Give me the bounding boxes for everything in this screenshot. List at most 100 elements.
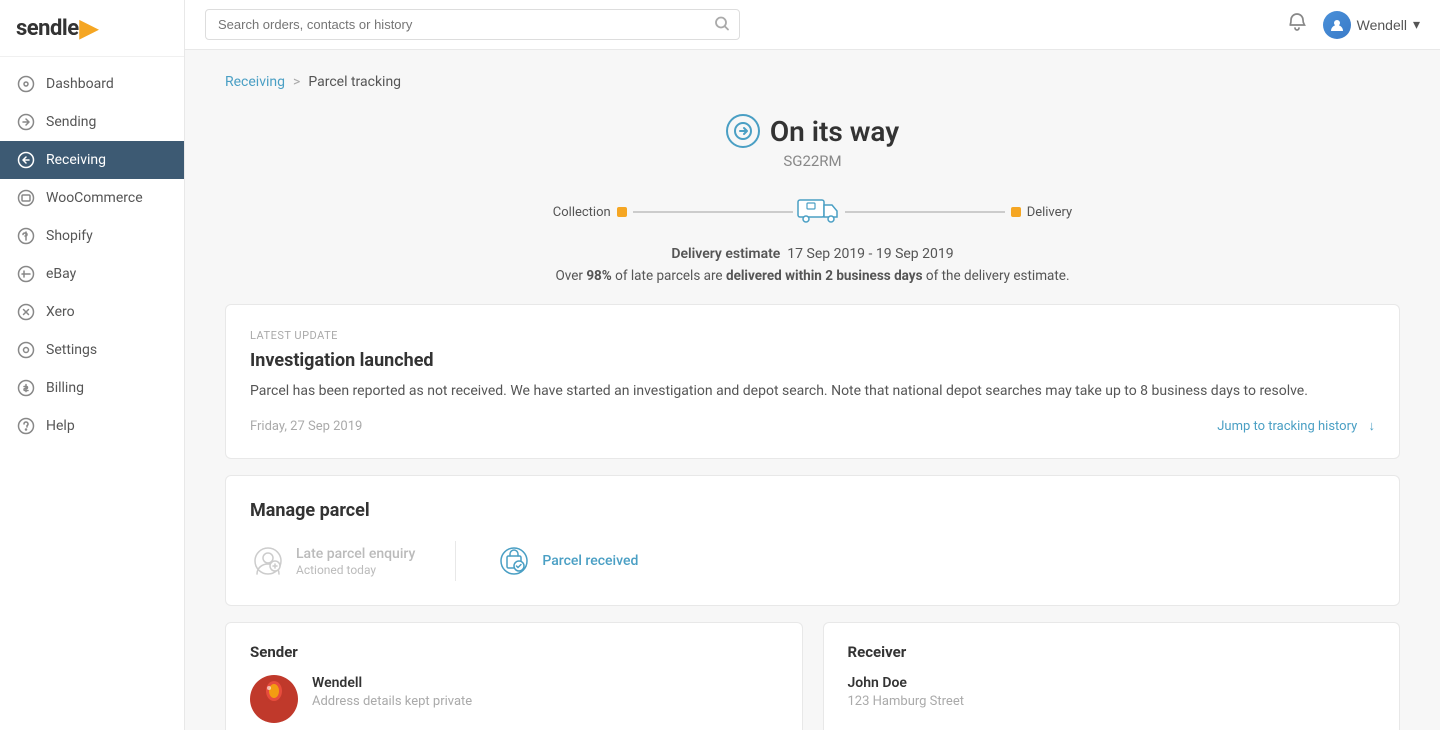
- sidebar-label-receiving: Receiving: [46, 152, 106, 168]
- help-icon: [16, 416, 36, 436]
- sidebar-label-billing: Billing: [46, 380, 84, 396]
- breadcrumb-current: Parcel tracking: [308, 74, 401, 90]
- sidebar-item-woocommerce[interactable]: WooCommerce: [0, 179, 184, 217]
- search-input[interactable]: [205, 9, 740, 40]
- sidebar-label-woocommerce: WooCommerce: [46, 190, 143, 206]
- user-avatar: [1323, 11, 1351, 39]
- sender-title: Sender: [250, 643, 778, 661]
- sidebar-item-dashboard[interactable]: Dashboard: [0, 65, 184, 103]
- tracking-link-text: Jump to tracking history: [1217, 419, 1357, 434]
- parcel-received-icon: [496, 543, 532, 579]
- action-divider: [455, 541, 456, 581]
- receiver-card: Receiver John Doe 123 Hamburg Street: [823, 622, 1401, 730]
- breadcrumb-parent[interactable]: Receiving: [225, 74, 285, 90]
- ebay-icon: [16, 264, 36, 284]
- delivery-estimate: Delivery estimate 17 Sep 2019 - 19 Sep 2…: [225, 246, 1400, 262]
- update-body: Parcel has been reported as not received…: [250, 381, 1375, 402]
- sidebar-item-billing[interactable]: Billing: [0, 369, 184, 407]
- sender-name: Wendell: [312, 675, 472, 691]
- status-code: SG22RM: [225, 152, 1400, 170]
- action-received-text: Parcel received: [542, 553, 638, 569]
- nav-list: Dashboard Sending Receiving WooCommerce: [0, 57, 184, 730]
- sidebar-label-sending: Sending: [46, 114, 96, 130]
- sidebar-item-settings[interactable]: Settings: [0, 331, 184, 369]
- sidebar-item-receiving[interactable]: Receiving: [0, 141, 184, 179]
- content-area: Receiving > Parcel tracking On its way S…: [185, 50, 1440, 730]
- late-suffix: of the delivery estimate.: [926, 268, 1070, 284]
- sender-card: Sender Wendell Address details kept priv…: [225, 622, 803, 730]
- late-percent: 98%: [586, 268, 611, 284]
- user-name: Wendell: [1357, 17, 1407, 33]
- notifications-button[interactable]: [1287, 12, 1307, 37]
- sidebar-item-help[interactable]: Help: [0, 407, 184, 445]
- sidebar-label-xero: Xero: [46, 304, 75, 320]
- action-late-text: Late parcel enquiry Actioned today: [296, 546, 415, 577]
- tracker-line-left: [633, 211, 793, 213]
- late-bold: delivered within 2 business days: [726, 268, 923, 284]
- breadcrumb: Receiving > Parcel tracking: [225, 74, 1400, 90]
- status-title-row: On its way: [225, 114, 1400, 148]
- tracker-truck-icon: [797, 194, 841, 230]
- woocommerce-icon: [16, 188, 36, 208]
- manage-parcel-card: Manage parcel Late parcel enquiry Action…: [225, 475, 1400, 606]
- logo-text: sendle: [16, 16, 79, 41]
- search-box: [205, 9, 740, 40]
- sender-address: Address details kept private: [312, 694, 472, 709]
- settings-icon: [16, 340, 36, 360]
- dashboard-icon: [16, 74, 36, 94]
- sender-receiver-row: Sender Wendell Address details kept priv…: [225, 622, 1400, 730]
- sidebar: sendle▶ Dashboard Sending Receiving: [0, 0, 185, 730]
- action-late-sub: Actioned today: [296, 563, 415, 577]
- user-menu-button[interactable]: Wendell ▾: [1323, 11, 1420, 39]
- status-text: On its way: [770, 115, 899, 148]
- progress-tracker: Collection Delivery: [225, 194, 1400, 230]
- tracking-arrow: ↓: [1369, 418, 1376, 434]
- xero-icon: [16, 302, 36, 322]
- topbar: Wendell ▾: [185, 0, 1440, 50]
- action-late-name: Late parcel enquiry: [296, 546, 415, 562]
- sidebar-label-dashboard: Dashboard: [46, 76, 114, 92]
- jump-to-tracking-link[interactable]: Jump to tracking history ↓: [1217, 418, 1375, 434]
- status-icon: [726, 114, 760, 148]
- status-header: On its way SG22RM: [225, 114, 1400, 170]
- user-dropdown-icon: ▾: [1413, 16, 1420, 33]
- tracker-line-right: [845, 211, 1005, 213]
- breadcrumb-separator: >: [293, 74, 300, 90]
- latest-update-card: LATEST UPDATE Investigation launched Par…: [225, 304, 1400, 459]
- sidebar-item-sending[interactable]: Sending: [0, 103, 184, 141]
- shopify-icon: [16, 226, 36, 246]
- delivery-estimate-dates: 17 Sep 2019 - 19 Sep 2019: [787, 246, 953, 262]
- manage-parcel-title: Manage parcel: [250, 500, 1375, 521]
- logo-arrow: ▶: [80, 14, 98, 42]
- sidebar-label-help: Help: [46, 418, 75, 434]
- action-late-enquiry[interactable]: Late parcel enquiry Actioned today: [250, 543, 415, 579]
- late-prefix: Over: [555, 268, 582, 284]
- sidebar-item-ebay[interactable]: eBay: [0, 255, 184, 293]
- sender-info: Wendell Address details kept private: [312, 675, 472, 709]
- delivery-label: Delivery: [1027, 205, 1073, 220]
- receiver-address: 123 Hamburg Street: [848, 694, 964, 709]
- sidebar-label-settings: Settings: [46, 342, 97, 358]
- sidebar-item-xero[interactable]: Xero: [0, 293, 184, 331]
- update-title: Investigation launched: [250, 350, 1375, 371]
- update-footer: Friday, 27 Sep 2019 Jump to tracking his…: [250, 418, 1375, 434]
- main-area: Wendell ▾ Receiving > Parcel tracking On…: [185, 0, 1440, 730]
- delivery-dot: [1011, 207, 1021, 217]
- sender-avatar: [250, 675, 298, 723]
- search-button[interactable]: [714, 15, 730, 34]
- late-parcel-info: Over 98% of late parcels are delivered w…: [225, 268, 1400, 284]
- receiver-title: Receiver: [848, 643, 1376, 661]
- logo: sendle▶: [16, 14, 168, 42]
- action-received-name: Parcel received: [542, 553, 638, 569]
- late-enquiry-icon: [250, 543, 286, 579]
- collection-label: Collection: [553, 205, 611, 220]
- sidebar-label-shopify: Shopify: [46, 228, 93, 244]
- action-parcel-received[interactable]: Parcel received: [496, 543, 638, 579]
- late-middle: of late parcels are: [615, 268, 722, 284]
- collection-dot: [617, 207, 627, 217]
- receiver-body: John Doe 123 Hamburg Street: [848, 675, 1376, 709]
- update-date: Friday, 27 Sep 2019: [250, 419, 362, 434]
- logo-area: sendle▶: [0, 0, 184, 57]
- sidebar-item-shopify[interactable]: Shopify: [0, 217, 184, 255]
- topbar-right: Wendell ▾: [1287, 11, 1420, 39]
